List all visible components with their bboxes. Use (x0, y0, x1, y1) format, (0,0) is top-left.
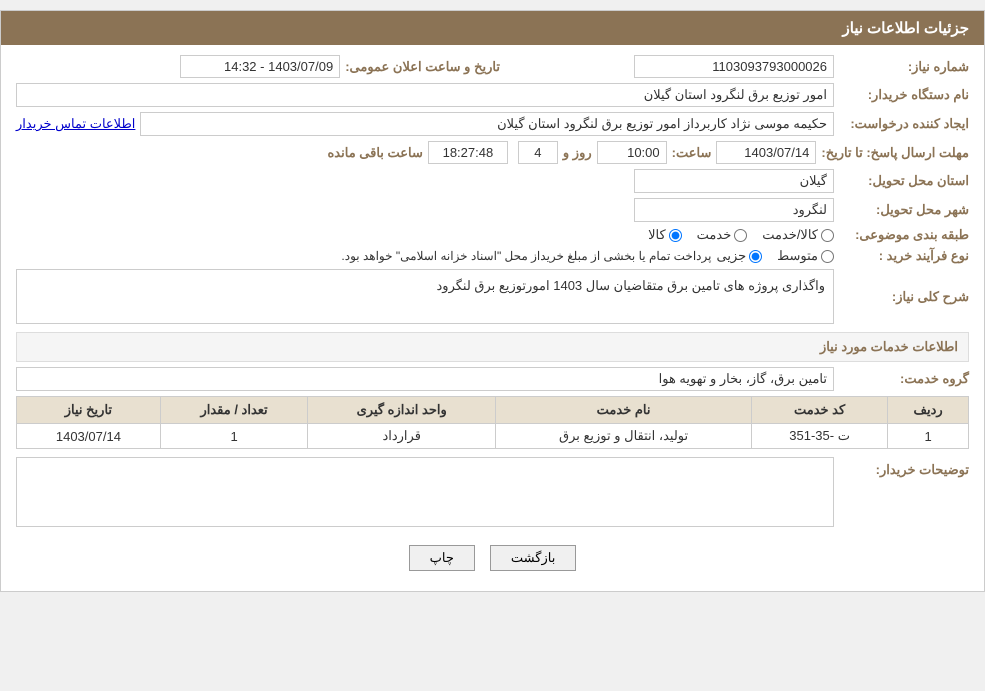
process-note: پرداخت تمام یا بخشی از مبلغ خریداز محل "… (341, 249, 711, 263)
deadline-date: 1403/07/14 (716, 141, 816, 164)
row-need-desc: شرح کلی نیاز: واگذاری پروژه های تامین بر… (16, 269, 969, 324)
row-buyer-org: نام دستگاه خریدار: امور توزیع برق لنگرود… (16, 83, 969, 107)
content-area: شماره نیاز: 1103093793000026 تاریخ و ساع… (1, 45, 984, 591)
col-unit: واحد اندازه گیری (308, 397, 496, 424)
contact-link[interactable]: اطلاعات تماس خریدار (16, 116, 135, 132)
row-deadline: مهلت ارسال پاسخ: تا تاریخ: 1403/07/14 سا… (16, 141, 969, 164)
deadline-remaining-label: ساعت باقی مانده (328, 145, 423, 161)
radio-motawaset-input[interactable] (821, 250, 834, 263)
deadline-label: مهلت ارسال پاسخ: تا تاریخ: (821, 145, 969, 161)
service-group-value: تامین برق، گاز، بخار و تهویه هوا (16, 367, 834, 391)
footer-buttons: بازگشت چاپ (16, 535, 969, 581)
radio-motawaset-label: متوسط (777, 248, 818, 264)
row-buyer-desc: توضیحات خریدار: (16, 457, 969, 527)
row-need-number: شماره نیاز: 1103093793000026 تاریخ و ساع… (16, 55, 969, 78)
page-header: جزئیات اطلاعات نیاز (1, 11, 984, 45)
announce-date-label: تاریخ و ساعت اعلان عمومی: (345, 59, 500, 75)
city-label: شهر محل تحویل: (839, 202, 969, 218)
back-button[interactable]: بازگشت (490, 545, 576, 571)
service-group-label: گروه خدمت: (839, 371, 969, 387)
announce-date-value: 1403/07/09 - 14:32 (180, 55, 340, 78)
province-value: گیلان (634, 169, 834, 193)
buyer-org-label: نام دستگاه خریدار: (839, 87, 969, 103)
radio-khedmat-label: خدمت (697, 227, 732, 243)
row-service-group: گروه خدمت: تامین برق، گاز، بخار و تهویه … (16, 367, 969, 391)
services-section-header: اطلاعات خدمات مورد نیاز (16, 332, 969, 362)
table-body: 1ت -35-351تولید، انتقال و توزیع برققرارد… (17, 424, 969, 449)
buyer-desc-label: توضیحات خریدار: (839, 457, 969, 478)
need-number-value: 1103093793000026 (634, 55, 834, 78)
col-code: کد خدمت (752, 397, 888, 424)
page-title: جزئیات اطلاعات نیاز (843, 20, 970, 37)
radio-kala-khedmat: کالا/خدمت (762, 227, 834, 243)
radio-khedmat: خدمت (697, 227, 748, 243)
city-value: لنگرود (634, 198, 834, 222)
page-wrapper: جزئیات اطلاعات نیاز شماره نیاز: 11030937… (0, 10, 985, 592)
deadline-days: 4 (518, 141, 558, 164)
need-desc-value: واگذاری پروژه های تامین برق متقاضیان سال… (16, 269, 834, 324)
radio-kala: کالا (648, 227, 682, 243)
process-radio-group: متوسط جزیی (716, 248, 834, 264)
print-button[interactable]: چاپ (409, 545, 475, 571)
radio-jozyi-label: جزیی (716, 248, 746, 264)
table-row: 1ت -35-351تولید، انتقال و توزیع برققرارد… (17, 424, 969, 449)
buyer-desc-box (16, 457, 834, 527)
need-number-label: شماره نیاز: (839, 59, 969, 75)
radio-kala-label: کالا (648, 227, 666, 243)
row-process-type: نوع فرآیند خرید : متوسط جزیی پرداخت تمام… (16, 248, 969, 264)
col-qty: تعداد / مقدار (160, 397, 308, 424)
col-name: نام خدمت (496, 397, 752, 424)
deadline-time-label: ساعت: (672, 145, 712, 161)
category-radio-group: کالا/خدمت خدمت کالا (648, 227, 834, 243)
category-label: طبقه بندی موضوعی: (839, 227, 969, 243)
creator-value: حکیمه موسی نژاد کاربرداز امور توزیع برق … (140, 112, 834, 136)
buyer-org-value: امور توزیع برق لنگرود استان گیلان (16, 83, 834, 107)
deadline-remaining: 18:27:48 (428, 141, 508, 164)
radio-khedmat-input[interactable] (734, 229, 747, 242)
radio-kala-khedmat-input[interactable] (821, 229, 834, 242)
radio-kala-khedmat-label: کالا/خدمت (762, 227, 818, 243)
row-province: استان محل تحویل: گیلان (16, 169, 969, 193)
row-category: طبقه بندی موضوعی: کالا/خدمت خدمت کالا (16, 227, 969, 243)
need-desc-label: شرح کلی نیاز: (839, 289, 969, 305)
row-city: شهر محل تحویل: لنگرود (16, 198, 969, 222)
col-row-num: ردیف (888, 397, 969, 424)
table-header-row: ردیف کد خدمت نام خدمت واحد اندازه گیری ت… (17, 397, 969, 424)
row-creator: ایجاد کننده درخواست: حکیمه موسی نژاد کار… (16, 112, 969, 136)
table-head: ردیف کد خدمت نام خدمت واحد اندازه گیری ت… (17, 397, 969, 424)
col-date: تاریخ نیاز (17, 397, 161, 424)
radio-jozyi-input[interactable] (749, 250, 762, 263)
radio-jozyi: جزیی (716, 248, 762, 264)
deadline-days-label: روز و (563, 145, 592, 161)
creator-label: ایجاد کننده درخواست: (839, 116, 969, 132)
province-label: استان محل تحویل: (839, 173, 969, 189)
service-table: ردیف کد خدمت نام خدمت واحد اندازه گیری ت… (16, 396, 969, 449)
radio-kala-input[interactable] (669, 229, 682, 242)
process-type-label: نوع فرآیند خرید : (839, 248, 969, 264)
deadline-time: 10:00 (597, 141, 667, 164)
radio-motawaset: متوسط (777, 248, 834, 264)
